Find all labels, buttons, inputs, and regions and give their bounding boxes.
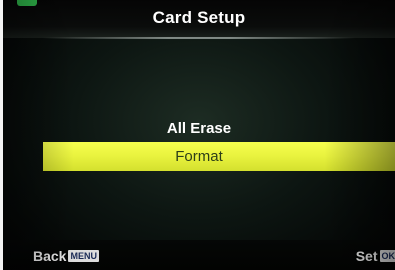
back-button[interactable]: Back MENU: [33, 248, 99, 264]
camera-lcd-screen: Card Setup All Erase Format Back MENU Se…: [3, 0, 395, 270]
menu-item-label: All Erase: [166, 120, 232, 137]
menu-header: Card Setup: [3, 0, 395, 38]
menu-key-icon: MENU: [68, 250, 99, 262]
page-title: Card Setup: [152, 8, 246, 27]
menu-item-all-erase[interactable]: All Erase: [3, 118, 395, 140]
set-button[interactable]: Set OK: [356, 248, 395, 264]
ok-key-icon: OK: [379, 250, 395, 262]
set-label: Set: [355, 248, 378, 264]
menu-item-format[interactable]: Format: [43, 142, 395, 171]
menu-footer: Back MENU Set OK: [3, 240, 395, 270]
status-indicator-icon: [17, 0, 37, 6]
header-divider: [43, 37, 355, 39]
back-label: Back: [33, 248, 67, 264]
menu-item-label: Format: [175, 148, 223, 165]
